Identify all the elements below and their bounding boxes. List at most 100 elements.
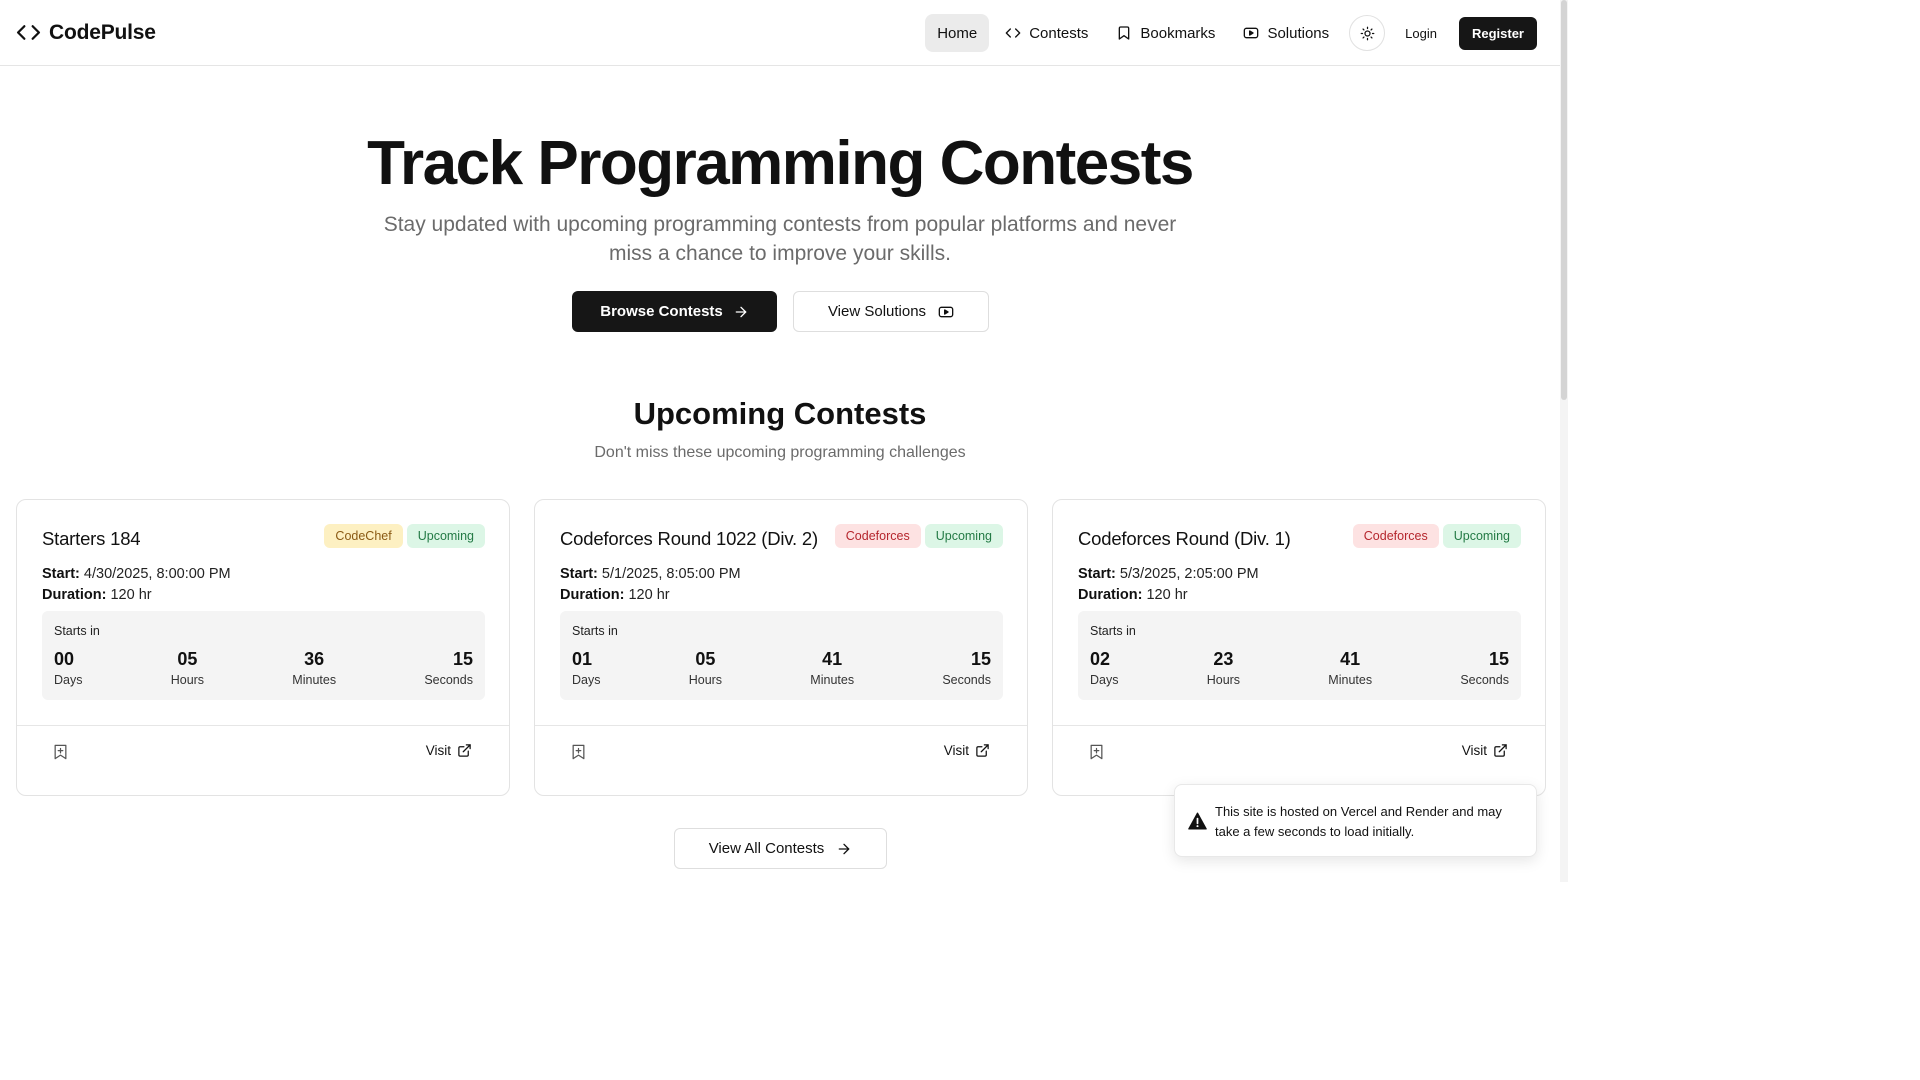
days-label: Days (54, 673, 83, 687)
hours-label: Hours (170, 673, 205, 687)
contest-title: Starters 184 (42, 528, 141, 549)
seconds-value: 15 (1488, 649, 1509, 669)
code-icon (1005, 28, 1021, 38)
nav-contests-label: Contests (1029, 24, 1089, 42)
sun-icon (1360, 26, 1375, 40)
view-solutions-button[interactable]: View Solutions (793, 291, 989, 332)
hero-actions: Browse Contests View Solutions (572, 291, 989, 332)
visit-link[interactable]: Visit (426, 743, 472, 758)
visit-link[interactable]: Visit (944, 743, 990, 758)
countdown-seconds: 15 Seconds (424, 647, 473, 687)
theme-toggle-button[interactable] (1349, 15, 1386, 51)
card-divider (1053, 725, 1545, 726)
browse-contests-label: Browse Contests (600, 303, 723, 320)
section-title: Upcoming Contests (633, 396, 927, 431)
bookmark-add-icon[interactable] (53, 744, 68, 760)
contest-meta: Start: 4/30/2025, 8:00:00 PM Duration: 1… (42, 564, 231, 606)
view-all-label: View All Contests (708, 840, 825, 857)
countdown-days: 01 Days (572, 647, 600, 687)
nav-solutions[interactable]: Solutions (1231, 14, 1341, 52)
card-divider (17, 725, 509, 726)
minutes-value: 36 (304, 649, 325, 669)
contest-card: Codeforces Round 1022 (Div. 2) Codeforce… (534, 499, 1028, 796)
countdown-minutes: 41 Minutes (810, 647, 854, 687)
days-value: 02 (1090, 649, 1111, 669)
page-scrollbar[interactable] (1560, 0, 1568, 882)
seconds-label: Seconds (1460, 673, 1509, 687)
register-button[interactable]: Register (1458, 16, 1537, 50)
hero-subtitle: Stay updated with upcoming programming c… (383, 213, 1177, 265)
contest-title: Codeforces Round 1022 (Div. 2) (560, 528, 818, 549)
hours-value: 23 (1213, 649, 1234, 669)
minutes-value: 41 (1340, 649, 1361, 669)
contest-badges: CodeChef Upcoming (324, 524, 485, 548)
starts-in-label: Starts in (1090, 624, 1136, 638)
nav-home[interactable]: Home (925, 14, 990, 52)
duration-label: Duration: (42, 587, 107, 603)
arrow-right-icon (838, 843, 850, 854)
nav-bookmarks-label: Bookmarks (1140, 24, 1216, 42)
visit-label: Visit (1461, 743, 1487, 758)
hours-label: Hours (688, 673, 723, 687)
section-subtitle: Don't miss these upcoming programming ch… (594, 444, 966, 461)
external-link-icon (1494, 744, 1507, 757)
start-label: Start: (42, 566, 80, 582)
visit-label: Visit (425, 743, 451, 758)
logo[interactable]: CodePulse (16, 20, 156, 45)
minutes-label: Minutes (292, 673, 337, 687)
countdown-seconds: 15 Seconds (942, 647, 991, 687)
contest-card: Starters 184 CodeChef Upcoming Start: 4/… (16, 499, 510, 796)
countdown-minutes: 36 Minutes (292, 647, 336, 687)
hosting-notice-toast: This site is hosted on Vercel and Render… (1174, 784, 1537, 857)
countdown-hours: 05 Hours (689, 647, 722, 687)
starts-in-label: Starts in (572, 624, 618, 638)
contest-meta: Start: 5/1/2025, 8:05:00 PM Duration: 12… (560, 564, 741, 606)
nav-contests[interactable]: Contests (993, 14, 1100, 52)
countdown-panel: Starts in 00 Days 05 Hours 36 Minutes 15 Sec… (42, 611, 485, 700)
start-value: 4/30/2025, 8:00:00 PM (83, 566, 231, 582)
browse-contests-button[interactable]: Browse Contests (572, 291, 777, 332)
contest-card: Codeforces Round (Div. 1) Codeforces Upc… (1052, 499, 1546, 796)
hero-title: Track Programming Contests (367, 129, 1194, 198)
nav-home-label: Home (937, 24, 978, 42)
contest-title: Codeforces Round (Div. 1) (1078, 528, 1291, 549)
nav-solutions-label: Solutions (1267, 24, 1330, 42)
countdown-hours: 05 Hours (171, 647, 204, 687)
bookmark-icon (1119, 26, 1130, 40)
contest-duration: Duration: 120 hr (1078, 585, 1259, 606)
status-badge: Upcoming (406, 524, 485, 548)
status-badge: Upcoming (924, 524, 1003, 548)
duration-value: 120 hr (110, 587, 152, 603)
view-all-contests-button[interactable]: View All Contests (674, 828, 887, 869)
countdown-panel: Starts in 02 Days 23 Hours 41 Minutes 15 Sec… (1078, 611, 1521, 700)
hours-value: 05 (177, 649, 198, 669)
contest-meta: Start: 5/3/2025, 2:05:00 PM Duration: 12… (1078, 564, 1259, 606)
status-badge: Upcoming (1442, 524, 1521, 548)
card-divider (535, 725, 1027, 726)
countdown-days: 02 Days (1090, 647, 1118, 687)
view-solutions-label: View Solutions (827, 303, 927, 320)
contest-badges: Codeforces Upcoming (1352, 524, 1521, 548)
platform-badge: Codeforces (834, 524, 921, 548)
days-value: 01 (572, 649, 593, 669)
minutes-label: Minutes (810, 673, 855, 687)
start-value: 5/3/2025, 2:05:00 PM (1119, 566, 1259, 582)
top-navbar: CodePulse Home Contests Bookmarks Soluti… (0, 0, 1560, 66)
login-button[interactable]: Login (1391, 17, 1451, 49)
seconds-value: 15 (452, 649, 473, 669)
minutes-value: 41 (822, 649, 843, 669)
bookmark-add-icon[interactable] (1089, 744, 1104, 760)
nav-bookmarks[interactable]: Bookmarks (1104, 14, 1227, 52)
minutes-label: Minutes (1328, 673, 1373, 687)
app-name: CodePulse (49, 20, 156, 44)
scrollbar-thumb[interactable] (1561, 0, 1567, 400)
duration-label: Duration: (560, 587, 625, 603)
contest-start: Start: 5/1/2025, 8:05:00 PM (560, 564, 741, 585)
start-label: Start: (1078, 566, 1116, 582)
external-link-icon (458, 744, 471, 757)
visit-link[interactable]: Visit (1462, 743, 1508, 758)
bookmark-add-icon[interactable] (571, 744, 586, 760)
contest-start: Start: 5/3/2025, 2:05:00 PM (1078, 564, 1259, 585)
seconds-label: Seconds (942, 673, 991, 687)
visit-label: Visit (943, 743, 969, 758)
